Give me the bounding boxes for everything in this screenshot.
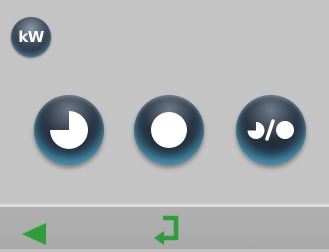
three-quarter-mode-button[interactable] xyxy=(34,95,104,165)
full-circle-icon xyxy=(151,112,187,148)
enter-return-icon xyxy=(154,215,179,245)
main-screen: kW xyxy=(0,0,329,204)
half-or-full-mode-button[interactable] xyxy=(236,95,306,165)
full-mode-button[interactable] xyxy=(134,95,204,165)
back-button[interactable] xyxy=(21,222,47,246)
unit-badge-label: kW xyxy=(18,28,44,46)
three-quarter-pie-icon xyxy=(50,111,88,149)
half-or-full-circle-icon xyxy=(247,119,294,141)
unit-badge: kW xyxy=(11,17,51,57)
enter-button[interactable] xyxy=(152,212,188,248)
left-arrow-icon xyxy=(22,223,46,245)
